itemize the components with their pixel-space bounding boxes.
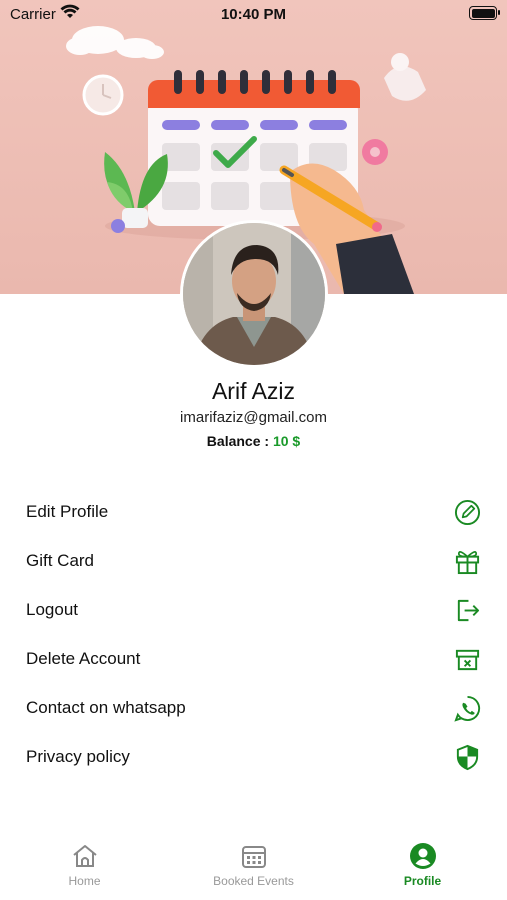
- tab-home[interactable]: Home: [0, 842, 169, 898]
- profile-name: Arif Aziz: [211, 378, 296, 404]
- profile-menu: Edit Profile Gift Card Logout Delete Acc…: [0, 487, 507, 781]
- menu-item-label: Privacy policy: [26, 746, 130, 766]
- status-time: 10:40 PM: [220, 6, 287, 23]
- balance-label: Balance :: [206, 433, 270, 449]
- menu-item-label: Contact on whatsapp: [26, 697, 186, 717]
- tab-profile-label: Profile: [403, 874, 442, 888]
- logout-icon[interactable]: [454, 597, 481, 624]
- battery-icon: [469, 6, 500, 20]
- shield-icon[interactable]: [454, 744, 481, 771]
- tab-profile[interactable]: Profile: [338, 842, 507, 898]
- avatar[interactable]: [180, 220, 328, 368]
- edit-profile-item[interactable]: Edit Profile: [0, 487, 507, 536]
- privacy-policy-item[interactable]: Privacy policy: [0, 732, 507, 781]
- profile-photo: [183, 223, 325, 365]
- menu-item-label: Logout: [26, 599, 78, 619]
- menu-item-label: Delete Account: [26, 648, 141, 668]
- user-icon: [409, 843, 436, 869]
- tab-booked-events-label: Booked Events: [213, 874, 294, 888]
- contact-whatsapp-item[interactable]: Contact on whatsapp: [0, 683, 507, 732]
- calendar-icon: [241, 846, 266, 868]
- tab-home-label: Home: [68, 874, 101, 888]
- gift-card-item[interactable]: Gift Card: [0, 536, 507, 585]
- tab-bar: Home Booked Events Profile: [0, 836, 507, 900]
- logout-item[interactable]: Logout: [0, 585, 507, 634]
- menu-item-label: Gift Card: [26, 550, 95, 570]
- gift-icon[interactable]: [454, 548, 481, 575]
- home-icon: [72, 845, 97, 867]
- delete-archive-icon[interactable]: [454, 646, 481, 673]
- status-bar: Carrier 10:40 PM: [0, 0, 507, 30]
- balance-row: Balance : 10 $: [0, 433, 507, 449]
- profile-email: imarifaziz@gmail.com: [180, 409, 327, 426]
- balance-amount: 10 $: [272, 433, 301, 449]
- whatsapp-icon[interactable]: [454, 695, 481, 722]
- delete-account-item[interactable]: Delete Account: [0, 634, 507, 683]
- tab-booked-events[interactable]: Booked Events: [169, 842, 338, 898]
- menu-item-label: Edit Profile: [26, 501, 109, 521]
- edit-icon[interactable]: [454, 499, 481, 526]
